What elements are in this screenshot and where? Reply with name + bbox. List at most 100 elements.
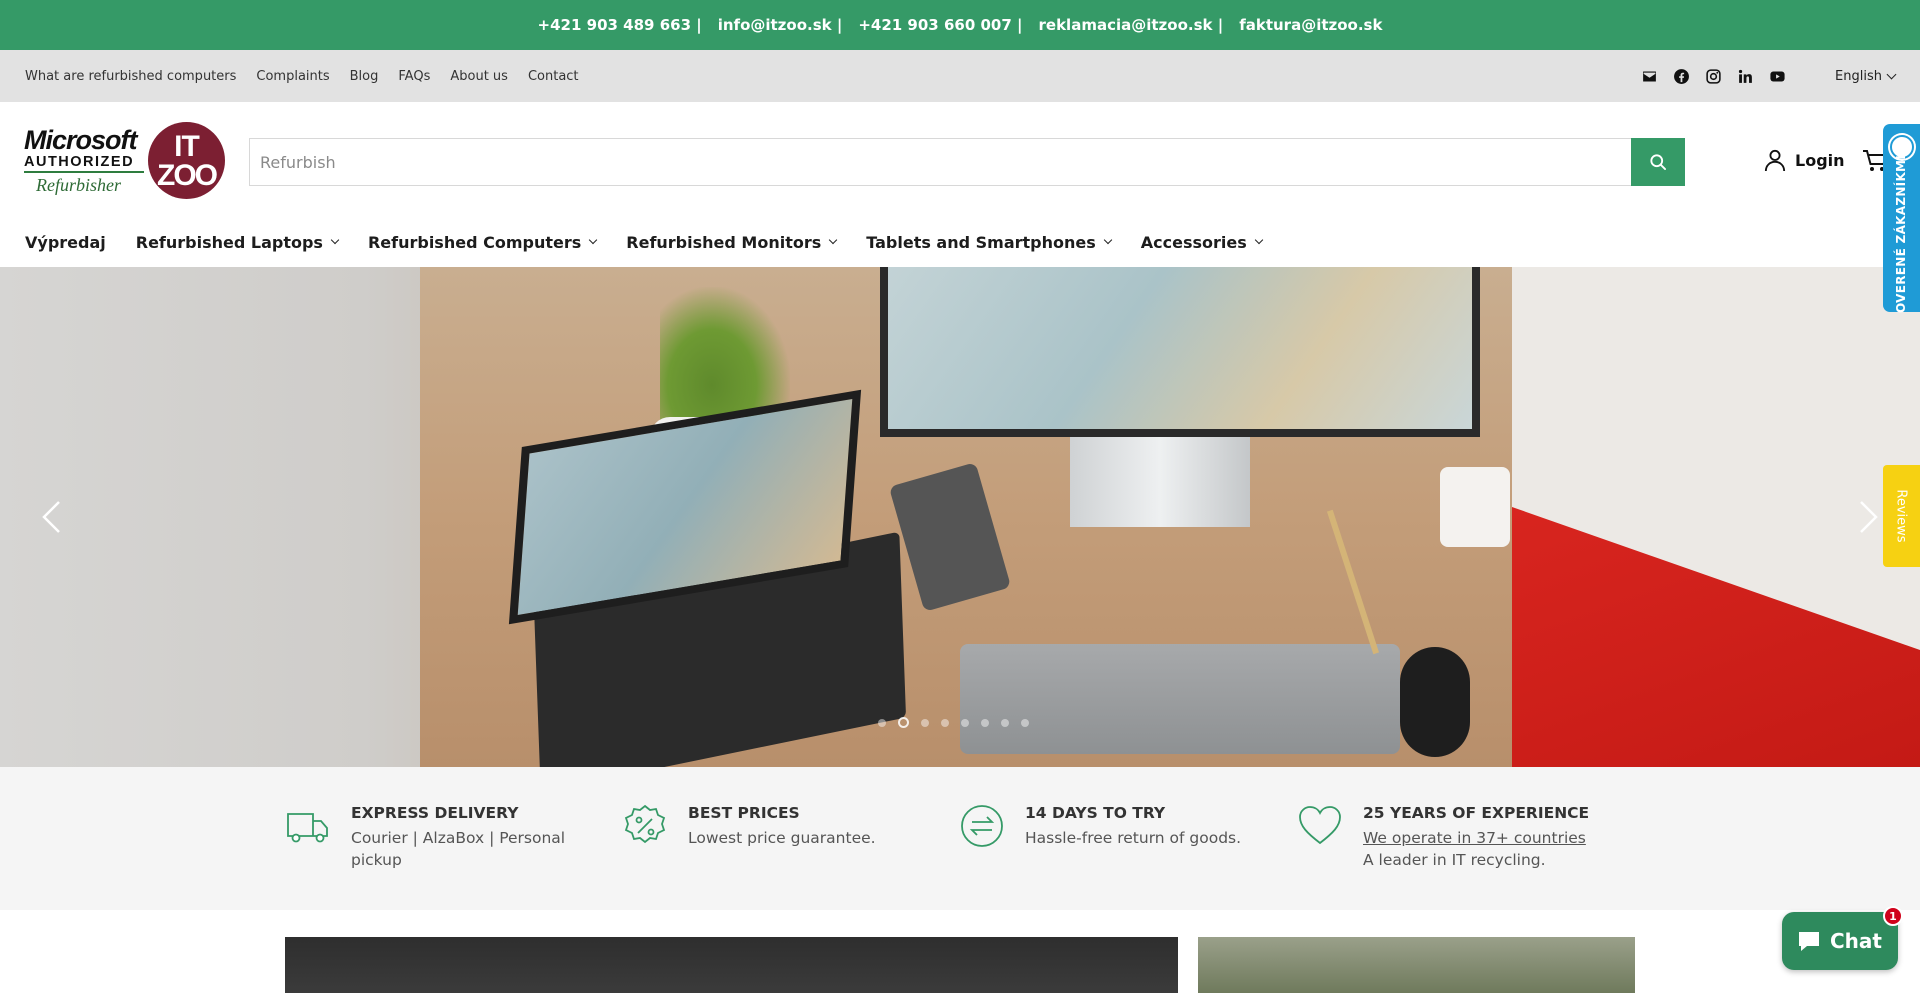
chevron-down-icon [1103,235,1113,245]
chevron-left-icon [42,501,60,533]
nav-item-refurbished-monitors[interactable]: Refurbished Monitors [626,232,838,252]
contact-phone-1[interactable]: +421 903 489 663 | [538,16,702,34]
chevron-down-icon [589,235,598,245]
nav-item-vypredaj[interactable]: Výpredaj [25,233,106,252]
slider-dot[interactable] [921,718,929,727]
feature-title: BEST PRICES [688,804,800,822]
utility-bar: What are refurbished computers Complaint… [0,50,1920,102]
instagram-icon[interactable] [1704,67,1722,85]
heart-icon [1297,803,1343,849]
slider-dot[interactable] [1001,718,1009,727]
hero-monitor [880,267,1480,437]
logo-refurbisher-text: Refurbisher [36,175,121,195]
reviews-tab-label: Reviews [1893,489,1909,543]
chevron-down-icon [1254,235,1264,245]
feature-14-days: 14 DAYS TO TRY Hassle-free return of goo… [959,803,1241,849]
nav-item-accessories[interactable]: Accessories [1140,232,1264,252]
truck-icon [285,803,331,849]
promo-tile-large[interactable] [285,937,1178,993]
utility-link-about[interactable]: About us [450,69,508,84]
feature-title: 25 YEARS OF EXPERIENCE [1363,804,1590,822]
feature-best-prices: BEST PRICES Lowest price guarantee. [622,803,876,849]
microsoft-authorized-refurbisher-logo[interactable]: Microsoft AUTHORIZED Refurbisher [24,126,144,196]
logo-zoo-text: ZOO [157,159,218,192]
feature-desc: A leader in IT recycling. [1363,851,1546,869]
utility-link-contact[interactable]: Contact [528,69,579,84]
slider-next-button[interactable] [1858,500,1880,534]
user-icon [1764,149,1786,172]
feature-desc: Courier | AlzaBox | Personal pickup [351,829,566,869]
linkedin-icon[interactable] [1736,67,1754,85]
contact-email-reklamacia[interactable]: reklamacia@itzoo.sk | [1039,16,1224,34]
login-label: Login [1795,150,1845,170]
nav-item-refurbished-computers[interactable]: Refurbished Computers [367,232,598,252]
nav-item-label: Refurbished Monitors [626,232,822,252]
features-strip: EXPRESS DELIVERY Courier | AlzaBox | Per… [0,767,1920,910]
slider-dot[interactable] [961,718,969,727]
chevron-right-icon [1860,501,1878,533]
contact-email-faktura[interactable]: faktura@itzoo.sk [1239,16,1382,34]
promo-tile-small[interactable] [1198,937,1635,993]
slider-dots [878,717,1029,728]
nav-item-label: Refurbished Laptops [135,232,323,252]
logo-it-text: IT [174,130,200,163]
hero-monitor-stand [1070,437,1250,527]
search-icon [1650,154,1666,170]
search-input[interactable] [250,139,1631,185]
slider-dot[interactable] [981,718,989,727]
nav-item-label: Refurbished Computers [367,232,582,252]
utility-link-blog[interactable]: Blog [350,69,379,84]
itzoo-logo[interactable]: IT ZOO [148,122,225,199]
main-nav: Výpredaj Refurbished Laptops Refurbished… [0,218,1920,266]
reviews-tab[interactable]: Reviews [1883,465,1920,567]
feature-express-delivery: EXPRESS DELIVERY Courier | AlzaBox | Per… [285,803,571,871]
login-button[interactable]: Login [1764,148,1845,172]
search-bar [249,138,1685,186]
utility-link-complaints[interactable]: Complaints [256,69,329,84]
chevron-down-icon [829,235,838,245]
feature-title: EXPRESS DELIVERY [351,804,519,822]
countries-link[interactable]: We operate in 37+ countries [1363,827,1589,849]
contact-phone-2[interactable]: +421 903 660 007 | [858,16,1022,34]
verified-badge-label: OVERENÉ ZÁKAZNÍKMI [1894,154,1908,314]
chat-label: Chat [1830,929,1882,953]
exchange-arrows-icon [959,803,1005,849]
feature-desc: Lowest price guarantee. [688,829,876,847]
nav-item-label: Accessories [1140,232,1247,252]
hero-slider[interactable] [0,267,1920,767]
slider-dot[interactable] [878,718,886,727]
verified-by-customers-badge[interactable]: OVERENÉ ZÁKAZNÍKMI [1883,124,1920,314]
nav-item-label: Výpredaj [25,232,106,252]
chat-bubble-icon [1799,932,1819,951]
nav-item-refurbished-laptops[interactable]: Refurbished Laptops [135,232,340,252]
contact-bar: +421 903 489 663 | info@itzoo.sk | +421 … [0,0,1920,50]
contact-email-info[interactable]: info@itzoo.sk | [718,16,843,34]
feature-desc: Hassle-free return of goods. [1025,829,1242,847]
logo-authorized-text: AUTHORIZED [24,154,144,173]
hero-mouse [1400,647,1470,757]
utility-links: What are refurbished computers Complaint… [25,69,579,84]
facebook-icon[interactable] [1672,67,1690,85]
utility-link-faqs[interactable]: FAQs [398,69,430,84]
percent-badge-icon [622,803,668,849]
chevron-down-icon [1886,69,1897,79]
nav-item-label: Tablets and Smartphones [866,232,1096,252]
nav-item-tablets-smartphones[interactable]: Tablets and Smartphones [866,232,1113,252]
slider-dot[interactable] [1021,718,1029,727]
language-selector[interactable]: English [1835,68,1897,84]
language-label: English [1835,68,1882,84]
hero-keyboard [960,644,1400,754]
email-icon[interactable] [1640,67,1658,85]
chat-unread-badge: 1 [1883,906,1903,926]
feature-25-years: 25 YEARS OF EXPERIENCE We operate in 37+… [1297,803,1589,871]
slider-dot[interactable] [941,718,949,727]
slider-dot[interactable] [898,717,909,728]
utility-link-refurbished[interactable]: What are refurbished computers [25,69,236,84]
chat-button[interactable]: Chat [1782,912,1898,970]
logo-microsoft-text: Microsoft [24,125,138,155]
search-button[interactable] [1631,138,1685,186]
hero-cup [1440,467,1510,547]
chevron-down-icon [330,235,340,245]
youtube-icon[interactable] [1768,67,1786,85]
slider-prev-button[interactable] [40,500,62,534]
